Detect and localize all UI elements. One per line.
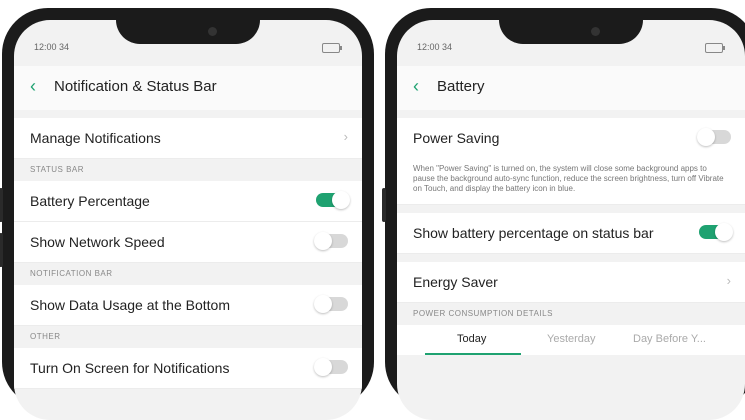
- page-header: ‹ Battery: [397, 66, 745, 110]
- page-title: Battery: [437, 78, 485, 95]
- settings-list: Manage Notifications › STATUS BAR Batter…: [14, 118, 362, 389]
- status-bar: 12:00 34: [34, 42, 342, 56]
- volume-button: [382, 188, 386, 222]
- section-header-status-bar: STATUS BAR: [14, 159, 362, 181]
- row-label: Power Saving: [413, 130, 500, 146]
- status-time: 12:00 34: [34, 42, 70, 52]
- back-arrow-icon[interactable]: ‹: [413, 76, 419, 96]
- divider: [397, 254, 745, 262]
- status-bar: 12:00 34: [417, 42, 725, 56]
- row-label: Turn On Screen for Notifications: [30, 360, 230, 376]
- network-speed-toggle[interactable]: [314, 232, 348, 250]
- toggle-knob: [332, 191, 350, 209]
- network-speed-row[interactable]: Show Network Speed: [14, 222, 362, 263]
- chevron-right-icon: ›: [726, 273, 731, 288]
- row-label: Battery Percentage: [30, 193, 150, 209]
- camera-icon: [591, 27, 600, 36]
- status-time: 12:00 34: [417, 42, 453, 52]
- manage-notifications-row[interactable]: Manage Notifications ›: [14, 118, 362, 159]
- row-label: Show battery percentage on status bar: [413, 225, 654, 241]
- row-label: Energy Saver: [413, 274, 498, 290]
- notch: [116, 20, 260, 44]
- settings-list: Power Saving When "Power Saving" is turn…: [397, 118, 745, 355]
- screen: 12:00 34 ‹ Battery Power Saving When "Po…: [397, 20, 745, 420]
- section-header-notification-bar: NOTIFICATION BAR: [14, 263, 362, 285]
- power-saving-toggle[interactable]: [697, 128, 731, 146]
- phone-left: 12:00 34 ‹ Notification & Status Bar Man…: [0, 8, 374, 420]
- toggle-knob: [314, 232, 332, 250]
- back-arrow-icon[interactable]: ‹: [30, 76, 36, 96]
- power-saving-description: When "Power Saving" is turned on, the sy…: [397, 158, 745, 205]
- turn-on-screen-row[interactable]: Turn On Screen for Notifications: [14, 348, 362, 389]
- battery-icon: [705, 43, 725, 53]
- page-title: Notification & Status Bar: [54, 78, 217, 95]
- notch: [499, 20, 643, 44]
- toggle-knob: [697, 128, 715, 146]
- divider: [397, 205, 745, 213]
- battery-icon: [322, 43, 342, 53]
- volume-button: [0, 233, 3, 267]
- battery-percentage-row[interactable]: Battery Percentage: [14, 181, 362, 222]
- battery-percentage-toggle[interactable]: [316, 191, 350, 209]
- tab-today[interactable]: Today: [457, 333, 486, 345]
- data-usage-toggle[interactable]: [314, 295, 348, 313]
- screen: 12:00 34 ‹ Notification & Status Bar Man…: [14, 20, 362, 420]
- data-usage-row[interactable]: Show Data Usage at the Bottom: [14, 285, 362, 326]
- camera-icon: [208, 27, 217, 36]
- toggle-knob: [715, 223, 733, 241]
- section-header-other: OTHER: [14, 326, 362, 348]
- active-tab-indicator: [425, 353, 521, 355]
- turn-on-screen-toggle[interactable]: [314, 358, 348, 376]
- row-label: Manage Notifications: [30, 130, 161, 146]
- tab-yesterday[interactable]: Yesterday: [547, 333, 596, 345]
- day-tabs: Today Yesterday Day Before Y...: [397, 325, 745, 355]
- tab-day-before[interactable]: Day Before Y...: [633, 333, 706, 345]
- chevron-right-icon: ›: [343, 129, 348, 144]
- row-label: Show Data Usage at the Bottom: [30, 297, 230, 313]
- energy-saver-row[interactable]: Energy Saver ›: [397, 262, 745, 303]
- battery-percentage-status-bar-toggle[interactable]: [699, 223, 733, 241]
- volume-button: [0, 188, 3, 222]
- page-header: ‹ Notification & Status Bar: [14, 66, 362, 110]
- row-label: Show Network Speed: [30, 234, 165, 250]
- battery-percentage-status-bar-row[interactable]: Show battery percentage on status bar: [397, 213, 745, 254]
- power-saving-row[interactable]: Power Saving: [397, 118, 745, 158]
- section-header-power-details: POWER CONSUMPTION DETAILS: [397, 303, 745, 325]
- toggle-knob: [314, 295, 332, 313]
- toggle-knob: [314, 358, 332, 376]
- phone-right: 12:00 34 ‹ Battery Power Saving When "Po…: [382, 8, 745, 420]
